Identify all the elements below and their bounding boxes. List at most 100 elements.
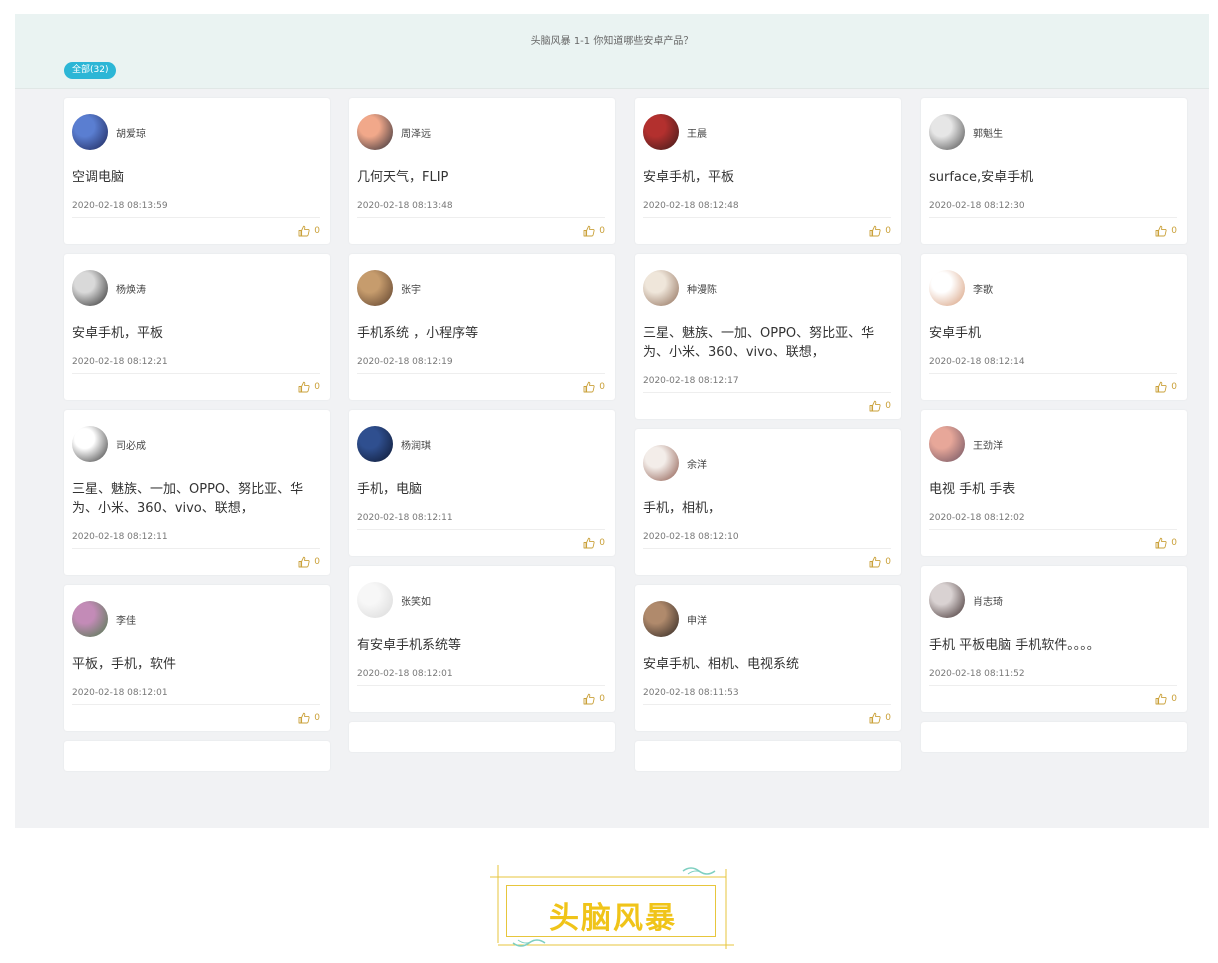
avatar[interactable] [357,426,393,462]
avatar[interactable] [357,582,393,618]
thumbs-up-icon [583,537,595,549]
post-card-partial[interactable] [635,741,901,771]
like-count: 0 [1171,382,1177,392]
avatar[interactable] [72,426,108,462]
card-header: 王劲洋 [929,425,1177,463]
like-count: 0 [314,226,320,236]
like-button[interactable]: 0 [72,705,320,731]
post-card[interactable]: 杨润琪 手机，电脑 2020-02-18 08:12:11 0 [349,410,615,556]
board-title: 头脑风暴 1-1 你知道哪些安卓产品？ [530,36,694,47]
avatar[interactable] [929,426,965,462]
avatar[interactable] [72,270,108,306]
post-time: 2020-02-18 08:12:01 [357,669,605,686]
post-content: 手机，电脑 [357,482,423,497]
thumbs-up-icon [583,381,595,393]
like-count: 0 [885,226,891,236]
card-header: 李佳 [72,600,320,638]
like-button[interactable]: 0 [357,686,605,712]
post-card-partial[interactable] [349,722,615,752]
like-button[interactable]: 0 [643,393,891,419]
avatar[interactable] [643,114,679,150]
post-card[interactable]: 杨焕涛 安卓手机，平板 2020-02-18 08:12:21 0 [64,254,330,400]
avatar[interactable] [929,114,965,150]
post-card[interactable]: 余洋手机，相机， 2020-02-18 08:12:10 0 [635,429,901,575]
post-content: 安卓手机、相机、电视系统 [643,657,800,672]
post-card[interactable]: 郭魁生 surface,安卓手机 2020-02-18 08:12:30 0 [921,98,1187,244]
thumbs-up-icon [298,712,310,724]
avatar[interactable] [643,445,679,481]
author-name: 周泽远 [401,128,431,140]
author-name: 郭魁生 [973,128,1003,140]
thumbs-up-icon [583,225,595,237]
post-card-partial[interactable] [64,741,330,771]
post-time: 2020-02-18 08:13:59 [72,201,320,218]
post-time: 2020-02-18 08:13:48 [357,201,605,218]
like-count: 0 [599,538,605,548]
post-card[interactable]: 李歌 安卓手机 2020-02-18 08:12:14 0 [921,254,1187,400]
author-name: 李佳 [116,615,136,627]
card-header: 张宇 [357,269,605,307]
avatar[interactable] [929,582,965,618]
like-button[interactable]: 0 [72,218,320,244]
post-time: 2020-02-18 08:12:14 [929,357,1177,374]
avatar[interactable] [643,601,679,637]
post-card[interactable]: 张宇 手机系统 ，小程序等 2020-02-18 08:12:19 0 [349,254,615,400]
author-name: 肖志琦 [973,596,1003,608]
avatar[interactable] [72,114,108,150]
post-card[interactable]: 李佳 平板，手机，软件 2020-02-18 08:12:01 0 [64,585,330,731]
post-time: 2020-02-18 08:12:10 [643,532,891,549]
like-button[interactable]: 0 [357,374,605,400]
card-header: 周泽远 [357,113,605,151]
post-content: 安卓手机 [929,326,982,341]
post-card[interactable]: 张笑如有安卓手机系统等 2020-02-18 08:12:01 0 [349,566,615,712]
filter-tab-all[interactable]: 全部(32) [64,62,117,79]
card-header: 胡爱琼 [72,113,320,151]
author-name: 张笑如 [401,596,431,608]
post-card[interactable]: 肖志琦手机 平板电脑 手机软件。。。。 2020-02-18 08:11:52 0 [921,566,1187,712]
like-button[interactable]: 0 [929,530,1177,556]
like-button[interactable]: 0 [72,549,320,575]
like-button[interactable]: 0 [929,374,1177,400]
thumbs-up-icon [298,225,310,237]
avatar[interactable] [357,114,393,150]
post-content: 手机 平板电脑 手机软件。。。。 [929,638,1100,653]
post-card[interactable]: 申洋 安卓手机、相机、电视系统 2020-02-18 08:11:53 0 [635,585,901,731]
like-count: 0 [599,694,605,704]
card-header: 肖志琦 [929,581,1177,619]
like-button[interactable]: 0 [643,218,891,244]
like-button[interactable]: 0 [929,218,1177,244]
post-card[interactable]: 王劲洋 电视 手机 手表 2020-02-18 08:12:02 0 [921,410,1187,556]
author-name: 胡爱琼 [116,128,146,140]
post-time: 2020-02-18 08:11:52 [929,669,1177,686]
post-card[interactable]: 王晨 安卓手机，平板 2020-02-18 08:12:48 0 [635,98,901,244]
avatar[interactable] [357,270,393,306]
post-time: 2020-02-18 08:12:11 [357,513,605,530]
post-content: 几何天气，FLIP [357,170,449,185]
like-count: 0 [885,557,891,567]
like-button[interactable]: 0 [929,686,1177,712]
like-button[interactable]: 0 [72,374,320,400]
post-card[interactable]: 种漫陈 三星、魅族、一加、OPPO、努比亚、华为、小米、360、vivo、联想， 2… [635,254,901,419]
avatar[interactable] [929,270,965,306]
card-header: 司必成 [72,425,320,463]
post-time: 2020-02-18 08:12:30 [929,201,1177,218]
post-content: 三星、魅族、一加、OPPO、努比亚、华为、小米、360、vivo、联想， [72,482,304,516]
like-button[interactable]: 0 [357,530,605,556]
post-time: 2020-02-18 08:12:21 [72,357,320,374]
avatar[interactable] [72,601,108,637]
post-card[interactable]: 周泽远几何天气，FLIP 2020-02-18 08:13:48 0 [349,98,615,244]
like-button[interactable]: 0 [357,218,605,244]
post-content: 手机，相机， [643,501,722,516]
like-button[interactable]: 0 [643,549,891,575]
post-content: 有安卓手机系统等 [357,638,462,653]
post-card[interactable]: 司必成 三星、魅族、一加、OPPO、努比亚、华为、小米、360、vivo、联想， 2… [64,410,330,575]
like-button[interactable]: 0 [643,705,891,731]
thumbs-up-icon [869,712,881,724]
post-card[interactable]: 胡爱琼 空调电脑 2020-02-18 08:13:59 0 [64,98,330,244]
thumbs-up-icon [1155,225,1167,237]
post-card-partial[interactable] [921,722,1187,752]
card-header: 申洋 [643,600,891,638]
thumbs-up-icon [869,400,881,412]
author-name: 余洋 [687,459,707,471]
avatar[interactable] [643,270,679,306]
